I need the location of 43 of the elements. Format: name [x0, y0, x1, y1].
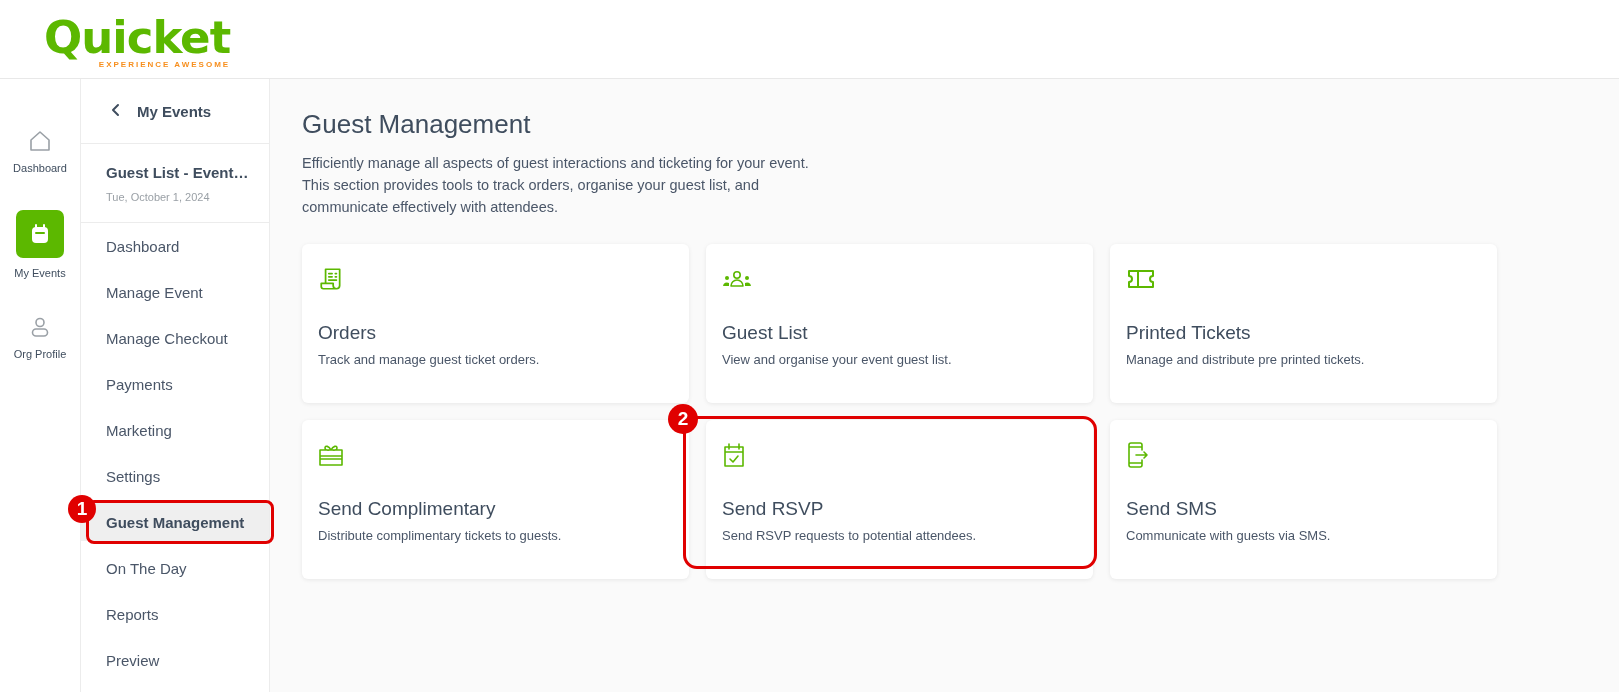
page-description: Efficiently manage all aspects of guest interactions and ticketing for your event. This section provides tools to track orders, organise your guest list, and communicate effectively with attendees. [302, 154, 810, 217]
feature-card[interactable]: Printed Tickets Manage and distribute pre printed tickets. [1110, 244, 1497, 403]
card-description: View and organise your event guest list. [722, 352, 953, 367]
card-description: Distribute complimentary tickets to guests. [318, 528, 563, 543]
receipt-icon [318, 266, 344, 292]
sidebar-item[interactable]: Marketing [81, 411, 269, 449]
ticket-icon [1126, 267, 1156, 291]
sidebar-item[interactable]: Manage Event [81, 273, 269, 311]
feature-card[interactable]: Guest List View and organise your event guest list. [706, 244, 1093, 403]
card-description: Communicate with guests via SMS. [1126, 528, 1332, 543]
sidebar-item[interactable]: Preview [81, 641, 269, 679]
card-title: Orders [318, 322, 378, 344]
card-description: Track and manage guest ticket orders. [318, 352, 541, 367]
rail-label[interactable]: Org Profile [13, 348, 67, 360]
home-icon[interactable] [28, 129, 52, 153]
card-title: Printed Tickets [1126, 322, 1252, 344]
phone-arrow-icon [1126, 441, 1150, 469]
card-description: Manage and distribute pre printed tickets. [1126, 352, 1366, 367]
gift-card-icon [318, 443, 344, 467]
rail-label[interactable]: Dashboard [13, 162, 67, 174]
page-title: Guest Management [302, 109, 532, 140]
step-badge: 2 [668, 404, 698, 434]
rail-label[interactable]: My Events [14, 267, 66, 279]
card-description: Send RSVP requests to potential attendees. [722, 528, 978, 543]
sidebar-item[interactable]: Dashboard [81, 227, 269, 265]
card-title: Send Complimentary [318, 498, 497, 520]
sidebar-item[interactable]: Settings [81, 457, 269, 495]
card-title: Send RSVP [722, 498, 825, 520]
card-title: Send SMS [1126, 498, 1218, 520]
sidebar-item[interactable]: Payments [81, 365, 269, 403]
back-link[interactable]: My Events [81, 79, 269, 144]
event-title: Guest List - Event… [106, 164, 250, 181]
people-icon [722, 271, 752, 287]
sidebar-item[interactable]: Manage Checkout [81, 319, 269, 357]
feature-card[interactable]: Send RSVP Send RSVP requests to potential attendees. [706, 420, 1093, 579]
calendar-icon[interactable] [16, 210, 64, 258]
calendar-check-icon [722, 442, 746, 468]
sidebar-item[interactable]: On The Day [81, 549, 269, 587]
sidebar-item[interactable]: Reports [81, 595, 269, 633]
event-date: Tue, October 1, 2024 [106, 191, 211, 203]
feature-card[interactable]: Orders Track and manage guest ticket orders. [302, 244, 689, 403]
feature-card[interactable]: Send SMS Communicate with guests via SMS. [1110, 420, 1497, 579]
card-title: Guest List [722, 322, 809, 344]
